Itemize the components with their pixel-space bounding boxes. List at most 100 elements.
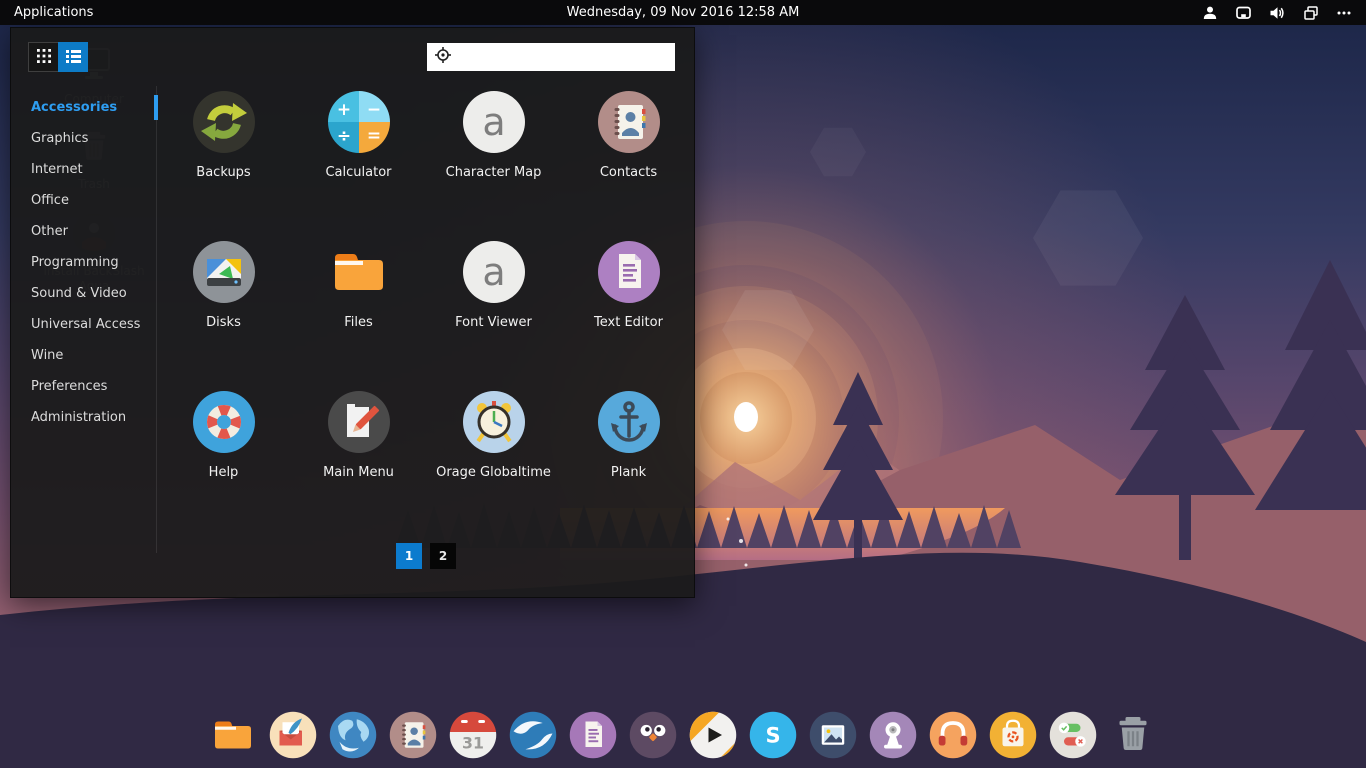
- svg-text:−: −: [366, 100, 380, 120]
- app-disks[interactable]: Disks: [156, 238, 291, 388]
- app-font-viewer[interactable]: a Font Viewer: [426, 238, 561, 388]
- dock-corebird[interactable]: [629, 711, 677, 759]
- dock-documents[interactable]: [569, 711, 617, 759]
- app-grid: Backups + − ÷ =: [156, 88, 696, 538]
- svg-text:=: =: [366, 126, 380, 146]
- category-wine[interactable]: Wine: [11, 340, 156, 371]
- dock-camera[interactable]: [869, 711, 917, 759]
- app-launcher: Accessories Graphics Internet Office Oth…: [10, 27, 695, 598]
- app-label: Character Map: [446, 165, 542, 180]
- app-orage-globaltime[interactable]: Orage Globaltime: [426, 388, 561, 538]
- category-office[interactable]: Office: [11, 185, 156, 216]
- category-graphics[interactable]: Graphics: [11, 123, 156, 154]
- dock-web-browser[interactable]: [329, 711, 377, 759]
- software-center-icon: [989, 711, 1037, 759]
- svg-text:31: 31: [462, 734, 484, 753]
- app-label: Backups: [196, 165, 250, 180]
- dock-skype[interactable]: S: [749, 711, 797, 759]
- calculator-icon: + − ÷ =: [327, 90, 391, 154]
- app-label: Orage Globaltime: [436, 465, 551, 480]
- search-box: [427, 43, 675, 71]
- app-character-map[interactable]: a Character Map: [426, 88, 561, 238]
- category-universal-access[interactable]: Universal Access: [11, 309, 156, 340]
- svg-text:a: a: [482, 250, 505, 294]
- indicator-tray: [1202, 5, 1366, 21]
- dock-files[interactable]: [209, 711, 257, 759]
- help-icon: [192, 390, 256, 454]
- character-map-icon: a: [462, 90, 526, 154]
- dock-google-earth[interactable]: [509, 711, 557, 759]
- grid-view-icon: [37, 48, 51, 67]
- search-input[interactable]: [459, 43, 675, 71]
- dock-software-center[interactable]: [989, 711, 1037, 759]
- app-help[interactable]: Help: [156, 388, 291, 538]
- google-earth-icon: [509, 711, 557, 759]
- dock-contacts[interactable]: [389, 711, 437, 759]
- skype-icon: S: [749, 711, 797, 759]
- app-label: Main Menu: [323, 465, 394, 480]
- page-1-button[interactable]: 1: [396, 543, 422, 569]
- plank-icon: [597, 390, 661, 454]
- files-icon: [209, 711, 257, 759]
- contacts-icon: [389, 711, 437, 759]
- category-preferences[interactable]: Preferences: [11, 371, 156, 402]
- settings-icon: [1049, 711, 1097, 759]
- backups-icon: [192, 90, 256, 154]
- app-label: Text Editor: [594, 315, 663, 330]
- app-text-editor[interactable]: Text Editor: [561, 238, 696, 388]
- disks-icon: [192, 240, 256, 304]
- app-plank[interactable]: Plank: [561, 388, 696, 538]
- app-files[interactable]: Files: [291, 238, 426, 388]
- dock-calendar[interactable]: 31: [449, 711, 497, 759]
- grid-view-button[interactable]: [28, 42, 58, 72]
- category-sound-video[interactable]: Sound & Video: [11, 278, 156, 309]
- app-backups[interactable]: Backups: [156, 88, 291, 238]
- page-2-button[interactable]: 2: [430, 543, 456, 569]
- category-other[interactable]: Other: [11, 216, 156, 247]
- clock-indicator[interactable]: Wednesday, 09 Nov 2016 12:58 AM: [0, 5, 1366, 20]
- volume-icon[interactable]: [1269, 5, 1286, 21]
- category-view-icon: [66, 48, 81, 67]
- text-editor-icon: [597, 240, 661, 304]
- app-contacts[interactable]: Contacts: [561, 88, 696, 238]
- category-list: Accessories Graphics Internet Office Oth…: [11, 86, 157, 553]
- category-accessories[interactable]: Accessories: [11, 92, 156, 123]
- app-label: Files: [344, 315, 373, 330]
- app-main-menu[interactable]: Main Menu: [291, 388, 426, 538]
- display-icon[interactable]: [1235, 5, 1252, 21]
- top-panel: Applications Wednesday, 09 Nov 2016 12:5…: [0, 0, 1366, 25]
- dock-settings[interactable]: [1049, 711, 1097, 759]
- view-toggle-group: [28, 42, 88, 72]
- dock-music[interactable]: [929, 711, 977, 759]
- app-label: Contacts: [600, 165, 657, 180]
- app-calculator[interactable]: + − ÷ = Calculator: [291, 88, 426, 238]
- windows-icon[interactable]: [1303, 5, 1319, 21]
- category-administration[interactable]: Administration: [11, 402, 156, 433]
- app-label: Calculator: [325, 165, 391, 180]
- app-label: Help: [209, 465, 239, 480]
- orage-globaltime-icon: [462, 390, 526, 454]
- dock-media-player[interactable]: [689, 711, 737, 759]
- category-programming[interactable]: Programming: [11, 247, 156, 278]
- trash-icon: [1109, 711, 1157, 759]
- files-icon: [327, 240, 391, 304]
- dock-mail[interactable]: [269, 711, 317, 759]
- music-icon: [929, 711, 977, 759]
- corebird-icon: [629, 711, 677, 759]
- session-menu-icon[interactable]: [1336, 5, 1352, 21]
- media-player-icon: [689, 711, 737, 759]
- applications-menu-button[interactable]: Applications: [0, 0, 107, 25]
- page-switcher: 1 2: [156, 543, 696, 569]
- category-internet[interactable]: Internet: [11, 154, 156, 185]
- dock-trash[interactable]: [1109, 711, 1157, 759]
- mail-icon: [269, 711, 317, 759]
- user-icon[interactable]: [1202, 5, 1218, 21]
- category-view-button[interactable]: [58, 42, 88, 72]
- dock-photos[interactable]: [809, 711, 857, 759]
- svg-text:÷: ÷: [336, 126, 350, 146]
- dock: 31: [209, 711, 1157, 759]
- svg-text:+: +: [336, 100, 350, 120]
- app-label: Plank: [611, 465, 646, 480]
- svg-text:S: S: [765, 724, 780, 748]
- documents-icon: [569, 711, 617, 759]
